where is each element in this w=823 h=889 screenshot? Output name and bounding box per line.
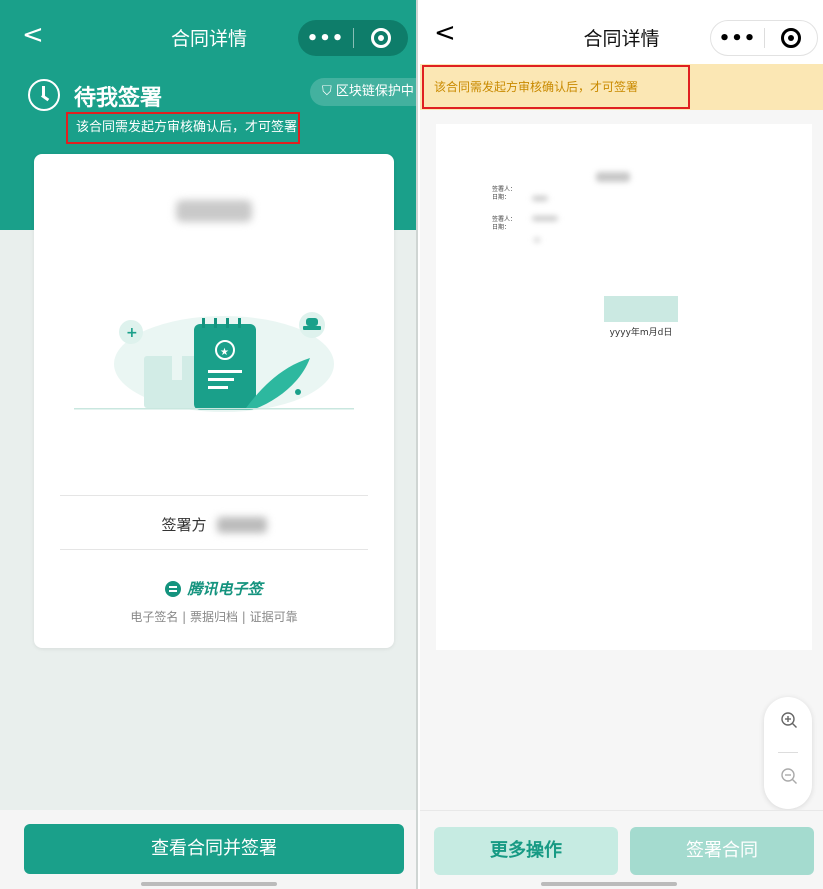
mini-program-capsule: ••• <box>298 20 408 56</box>
signer-name-blurred <box>216 516 267 533</box>
bottom-bar: 更多操作 签署合同 <box>420 810 823 889</box>
right-screen: < 合同详情 ••• 该合同需发起方审核确认后，才可签署 签署人： 日期： 签署… <box>420 0 823 889</box>
home-indicator <box>541 882 677 886</box>
brand-icon <box>165 580 182 597</box>
date-b-label: 日期： <box>492 224 511 231</box>
close-program-button[interactable] <box>354 28 408 48</box>
brand-slogan: 电子签名 | 票据归档 | 证据可靠 <box>130 610 298 624</box>
mini-program-capsule: ••• <box>710 20 818 56</box>
date-format-label: yyyy年m月d日 <box>609 328 673 338</box>
contract-card[interactable]: + ★ 签署方 腾讯电子签 电子签名 | 票据归档 | 证据可靠 <box>34 154 394 648</box>
view-and-sign-button[interactable]: 查看合同并签署 <box>24 824 404 874</box>
signer-a-label: 签署人： <box>492 186 517 193</box>
brand-name: 腾讯电子签 <box>187 580 263 598</box>
svg-text:+: + <box>126 325 138 341</box>
contract-illustration: + ★ <box>74 312 354 412</box>
date-a-label: 日期： <box>492 194 511 201</box>
date-b-blurred <box>534 238 540 242</box>
zoom-out-icon[interactable] <box>780 767 798 785</box>
target-icon <box>780 28 801 48</box>
doc-title-blurred <box>596 172 630 182</box>
contract-document-preview[interactable]: 签署人： 日期： 签署人： 日期： yyyy年m月d日 <box>436 124 812 650</box>
clock-icon <box>28 79 60 111</box>
contract-title-blurred <box>176 200 252 222</box>
signer-b-blurred <box>532 216 558 221</box>
signer-b-label: 签署人： <box>492 216 517 223</box>
close-program-button[interactable] <box>765 28 817 48</box>
blockchain-badge[interactable]: ⛉ 区块链保护中 <box>310 78 416 106</box>
nav-bar: < 合同详情 ••• <box>420 0 823 64</box>
signer-a-blurred <box>532 196 548 201</box>
target-icon <box>371 28 391 48</box>
review-notice: 该合同需发起方审核确认后，才可签署 <box>66 112 300 144</box>
svg-text:★: ★ <box>220 347 229 358</box>
signature-placeholder[interactable] <box>604 296 678 322</box>
blockchain-badge-label: 区块链保护中 <box>335 84 414 99</box>
zoom-divider <box>778 752 798 753</box>
sign-contract-button[interactable]: 签署合同 <box>630 827 814 875</box>
zoom-in-icon[interactable] <box>780 711 798 729</box>
divider <box>60 549 368 550</box>
more-menu-button[interactable]: ••• <box>298 28 353 49</box>
more-menu-button[interactable]: ••• <box>711 28 764 49</box>
more-actions-button[interactable]: 更多操作 <box>434 827 618 875</box>
zoom-control <box>764 697 812 809</box>
status-title: 待我签署 <box>74 86 163 111</box>
left-screen: < 合同详情 ••• 待我签署 ⛉ 区块链保护中 该合同需发起方审核确认后，才可… <box>0 0 418 889</box>
notice-bar: 该合同需发起方审核确认后，才可签署 <box>420 64 823 110</box>
signer-label: 签署方 <box>161 516 207 534</box>
signer-row: 签署方 <box>34 514 394 535</box>
divider <box>60 495 368 496</box>
home-indicator <box>141 882 277 886</box>
shield-icon: ⛉ <box>322 84 336 99</box>
brand-logo: 腾讯电子签 <box>34 578 394 599</box>
review-notice: 该合同需发起方审核确认后，才可签署 <box>422 65 690 109</box>
bottom-bar: 查看合同并签署 <box>0 810 416 889</box>
